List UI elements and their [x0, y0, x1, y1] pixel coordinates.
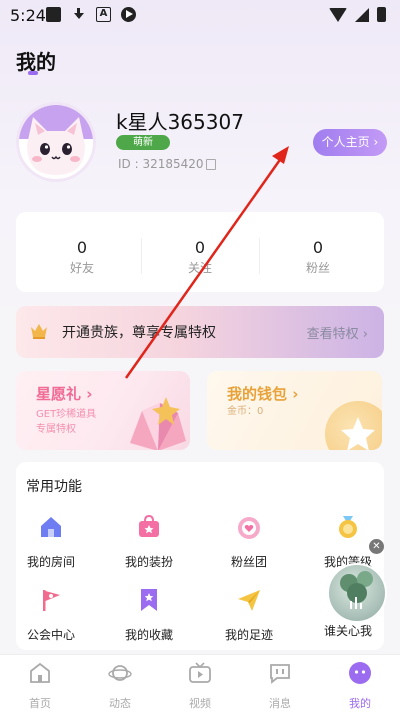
user-id: ID : 32185420	[118, 157, 204, 171]
star-icon	[341, 417, 375, 450]
flag-icon	[43, 590, 60, 611]
paper-plane-icon	[238, 590, 260, 611]
function-my-room[interactable]: 我的房间	[6, 514, 96, 570]
download-icon	[71, 7, 86, 22]
tab-video[interactable]: 视频	[170, 661, 230, 711]
home-icon	[30, 662, 50, 683]
function-label: 粉丝团	[230, 555, 267, 569]
stat-value: 0	[312, 238, 324, 257]
play-icon	[121, 7, 136, 22]
message-icon	[270, 664, 290, 684]
stats-card: 0 好友 0 关注 0 粉丝	[16, 212, 384, 292]
a-letter-icon: A	[96, 7, 111, 22]
title-underline	[28, 71, 38, 75]
bookmark-icon	[141, 589, 157, 611]
function-label: 谁关心我	[323, 624, 372, 638]
status-notification-icons: A	[46, 7, 136, 22]
common-functions-card: 常用功能 我的房间 我的装扮 粉丝团 我的等级 公会中心 我的收藏 我的足迹 谁…	[16, 462, 384, 650]
wish-title-text: 星愿礼	[36, 385, 82, 403]
function-my-dress[interactable]: 我的装扮	[104, 514, 194, 570]
stat-label: 粉丝	[305, 261, 330, 275]
wish-gift-card[interactable]: 星愿礼 › GET珍稀道具 专属特权	[16, 371, 190, 450]
signal-icon	[355, 7, 369, 22]
tab-feed[interactable]: 动态	[90, 661, 150, 711]
profile-face-icon	[349, 662, 371, 684]
tv-icon	[189, 662, 211, 683]
function-my-footprints[interactable]: 我的足迹	[204, 587, 294, 643]
dress-bag-icon	[139, 514, 159, 537]
status-time: 5:24	[10, 6, 46, 25]
function-label: 我的足迹	[224, 628, 273, 642]
level-badge: 萌新	[116, 135, 170, 150]
tab-mine[interactable]: 我的	[330, 661, 390, 711]
notification-square-icon	[46, 7, 61, 22]
stat-value: 0	[76, 238, 88, 257]
tab-label: 我的	[349, 697, 371, 710]
function-label: 我的收藏	[124, 628, 173, 642]
tab-label: 动态	[109, 697, 131, 710]
tab-label: 视频	[189, 697, 211, 710]
wallet-balance: 金币：0	[227, 406, 264, 417]
tab-label: 消息	[269, 697, 291, 710]
function-label: 我的装扮	[124, 555, 173, 569]
stat-following[interactable]: 0 关注	[140, 238, 260, 276]
username: k星人365307	[116, 110, 244, 134]
stat-friends[interactable]: 0 好友	[22, 238, 142, 276]
floating-widget[interactable]	[327, 563, 387, 623]
profile-page-button[interactable]: 个人主页 ›	[313, 129, 387, 156]
cat-avatar-icon	[19, 105, 93, 175]
wish-card-subtitle: GET珍稀道具	[36, 409, 97, 420]
floating-widget-art	[340, 571, 373, 609]
stat-label: 关注	[187, 261, 212, 275]
function-label: 公会中心	[26, 628, 75, 642]
tab-messages[interactable]: 消息	[250, 661, 310, 711]
view-privileges-label: 查看特权	[306, 327, 359, 342]
medal-icon	[339, 516, 357, 538]
wish-card-title: 星愿礼 ›	[36, 385, 93, 403]
heart-badge-icon	[238, 517, 260, 539]
view-privileges-link[interactable]: 查看特权 ›	[307, 323, 368, 342]
copy-icon[interactable]	[206, 159, 216, 170]
function-guild-center[interactable]: 公会中心	[6, 587, 96, 643]
tab-home[interactable]: 首页	[10, 661, 70, 711]
profile-button-label: 个人主页	[321, 135, 370, 149]
bottom-tab-bar: 首页 动态 视频 消息 我的	[0, 654, 400, 712]
wallet-card[interactable]: 我的钱包 › 金币：0	[207, 371, 382, 450]
function-my-favorites[interactable]: 我的收藏	[104, 587, 194, 643]
stat-label: 好友	[69, 261, 94, 275]
wallet-card-title: 我的钱包 ›	[227, 385, 299, 403]
gem-icon	[130, 397, 186, 450]
section-title: 常用功能	[26, 479, 82, 495]
coin-icon	[325, 401, 382, 450]
wish-card-subtitle: 专属特权	[36, 424, 76, 435]
crown-icon	[31, 324, 47, 339]
stat-value: 0	[194, 238, 206, 257]
wallet-title-text: 我的钱包	[227, 385, 288, 403]
badge-label: 萌新	[133, 137, 153, 148]
battery-icon	[377, 7, 386, 22]
stat-fans[interactable]: 0 粉丝	[258, 238, 378, 276]
avatar[interactable]	[16, 102, 96, 182]
function-label: 我的房间	[26, 555, 75, 569]
close-icon[interactable]: ✕	[369, 539, 384, 554]
noble-banner[interactable]: 开通贵族，尊享专属特权 查看特权 ›	[16, 306, 384, 358]
noble-banner-text: 开通贵族，尊享专属特权	[62, 325, 216, 341]
wifi-icon	[329, 7, 347, 22]
status-bar: 5:24 A	[0, 0, 400, 30]
house-icon	[41, 517, 61, 537]
function-fan-club[interactable]: 粉丝团	[204, 514, 294, 570]
status-system-icons	[329, 7, 386, 22]
tab-label: 首页	[29, 697, 51, 710]
planet-icon	[108, 665, 132, 681]
